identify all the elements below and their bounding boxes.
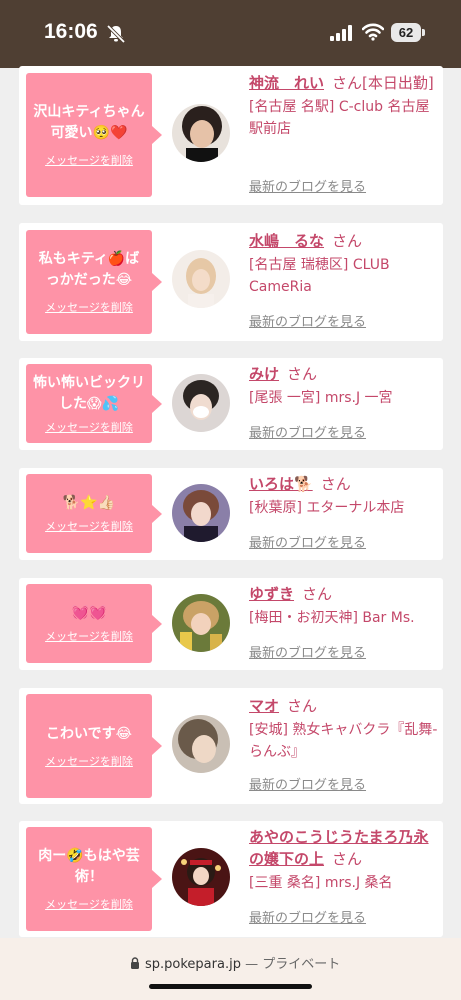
latest-blog-link[interactable]: 最新のブログを見る	[249, 642, 366, 661]
message-bubble: 🐕⭐👍🏻 メッセージを削除	[26, 474, 162, 553]
shop-line-1: [本日出勤]	[362, 74, 434, 92]
private-label: プライベート	[262, 957, 341, 972]
cast-name-link[interactable]: ゆずき	[249, 585, 294, 603]
message-card: こわいです😂 メッセージを削除 マオ さん [安城] 熟女キャバクラ『乱舞-らんぶ…	[19, 688, 443, 804]
avatar[interactable]	[172, 374, 230, 432]
delete-message-link[interactable]: メッセージを削除	[45, 419, 133, 435]
avatar[interactable]	[172, 104, 230, 162]
cast-info: いろは🐕 さん [秋葉原] エターナル本店	[249, 473, 439, 519]
latest-blog-link[interactable]: 最新のブログを見る	[249, 311, 366, 330]
delete-message-link[interactable]: メッセージを削除	[45, 152, 133, 168]
status-time: 16:06	[44, 20, 98, 43]
delete-message-link[interactable]: メッセージを削除	[45, 518, 133, 534]
bell-slash-icon	[106, 24, 126, 44]
message-card: 沢山キティちゃん可愛い🥺❤️ メッセージを削除 神流 れい さん[本日出勤] [名…	[19, 66, 443, 205]
cast-name-link[interactable]: 神流 れい	[249, 74, 324, 92]
avatar[interactable]	[172, 484, 230, 542]
shop-name: [尾張 一宮] mrs.J 一宮	[249, 390, 393, 406]
shop-name: [三重 桑名] mrs.J 桑名	[249, 875, 393, 891]
message-card: 私もキティ🍎ばっかだった😂 メッセージを削除 水嶋 るな さん [名古屋 瑞穂区]…	[19, 223, 443, 341]
message-text: 私もキティ🍎ばっかだった😂	[38, 251, 140, 288]
cast-name-link[interactable]: みけ	[249, 365, 279, 383]
message-bubble: 沢山キティちゃん可愛い🥺❤️ メッセージを削除	[26, 73, 162, 197]
message-bubble: 肉ー🤣もはや芸術！ メッセージを削除	[26, 827, 162, 931]
message-bubble: 💓💓 メッセージを削除	[26, 584, 162, 663]
message-bubble: 私もキティ🍎ばっかだった😂 メッセージを削除	[26, 230, 162, 334]
avatar[interactable]	[172, 848, 230, 906]
message-text: 沢山キティちゃん可愛い🥺❤️	[33, 104, 145, 141]
url-separator: —	[240, 957, 263, 972]
latest-blog-link[interactable]: 最新のブログを見る	[249, 774, 366, 793]
cellular-signal-icon	[330, 25, 352, 41]
honorific: さん	[320, 475, 351, 493]
message-card: 怖い怖いビックリした😱💦 メッセージを削除 みけ さん [尾張 一宮] mrs.J…	[19, 358, 443, 450]
latest-blog-link[interactable]: 最新のブログを見る	[249, 532, 366, 551]
delete-message-link[interactable]: メッセージを削除	[45, 753, 133, 769]
avatar[interactable]	[172, 250, 230, 308]
message-text: 💓💓	[71, 605, 107, 621]
cast-info: 水嶋 るな さん [名古屋 瑞穂区] CLUB CameRia	[249, 230, 439, 298]
delete-message-link[interactable]: メッセージを削除	[45, 896, 133, 912]
avatar[interactable]	[172, 594, 230, 652]
shop-name: [安城] 熟女キャバクラ『乱舞-らんぶ』	[249, 722, 438, 760]
status-bar: 16:06 62	[0, 0, 461, 68]
honorific: さん	[302, 585, 333, 603]
lock-icon	[131, 957, 139, 969]
honorific: さん	[332, 850, 363, 868]
shop-name: [名古屋 名駅] C-club 名古屋駅前店	[249, 99, 430, 137]
message-text: こわいです😂	[46, 725, 132, 742]
battery-level: 62	[391, 23, 421, 42]
cast-name-link[interactable]: 水嶋 るな	[249, 232, 324, 250]
message-bubble: 怖い怖いビックリした😱💦 メッセージを削除	[26, 364, 162, 443]
honorific: さん	[332, 232, 363, 250]
message-card: 肉ー🤣もはや芸術！ メッセージを削除 あやのこうじうたまろ乃永の嬢下の上 さん […	[19, 821, 443, 937]
battery-tip	[422, 29, 425, 36]
message-text: 🐕⭐👍🏻	[62, 495, 116, 511]
shop-name: [秋葉原] エターナル本店	[249, 500, 405, 516]
latest-blog-link[interactable]: 最新のブログを見る	[249, 176, 366, 195]
url-text[interactable]: sp.pokepara.jp — プライベート	[145, 953, 340, 972]
message-bubble: こわいです😂 メッセージを削除	[26, 694, 162, 798]
shop-name: [名古屋 瑞穂区] CLUB CameRia	[249, 257, 390, 295]
latest-blog-link[interactable]: 最新のブログを見る	[249, 907, 366, 926]
cast-info: みけ さん [尾張 一宮] mrs.J 一宮	[249, 363, 439, 409]
latest-blog-link[interactable]: 最新のブログを見る	[249, 422, 366, 441]
message-text: 怖い怖いビックリした😱💦	[33, 374, 145, 412]
wifi-icon	[362, 23, 384, 41]
message-card: 💓💓 メッセージを削除 ゆずき さん [梅田・お初天神] Bar Ms. 最新のブ…	[19, 578, 443, 670]
honorific: さん	[332, 74, 363, 92]
message-text: 肉ー🤣もはや芸術！	[38, 848, 140, 885]
message-card: 🐕⭐👍🏻 メッセージを削除 いろは🐕 さん [秋葉原] エターナル本店 最新のブロ…	[19, 468, 443, 560]
url-domain: sp.pokepara.jp	[145, 957, 241, 972]
avatar[interactable]	[172, 715, 230, 773]
cast-info: マオ さん [安城] 熟女キャバクラ『乱舞-らんぶ』	[249, 695, 439, 763]
cast-info: 神流 れい さん[本日出勤] [名古屋 名駅] C-club 名古屋駅前店	[249, 72, 439, 140]
delete-message-link[interactable]: メッセージを削除	[45, 299, 133, 315]
cast-info: あやのこうじうたまろ乃永の嬢下の上 さん [三重 桑名] mrs.J 桑名	[249, 826, 439, 894]
home-indicator[interactable]	[149, 984, 312, 989]
delete-message-link[interactable]: メッセージを削除	[45, 628, 133, 644]
honorific: さん	[287, 365, 318, 383]
shop-name: [梅田・お初天神] Bar Ms.	[249, 610, 415, 626]
cast-name-link[interactable]: いろは🐕	[249, 475, 313, 493]
cast-info: ゆずき さん [梅田・お初天神] Bar Ms.	[249, 583, 439, 629]
cast-name-link[interactable]: マオ	[249, 697, 279, 715]
honorific: さん	[287, 697, 318, 715]
